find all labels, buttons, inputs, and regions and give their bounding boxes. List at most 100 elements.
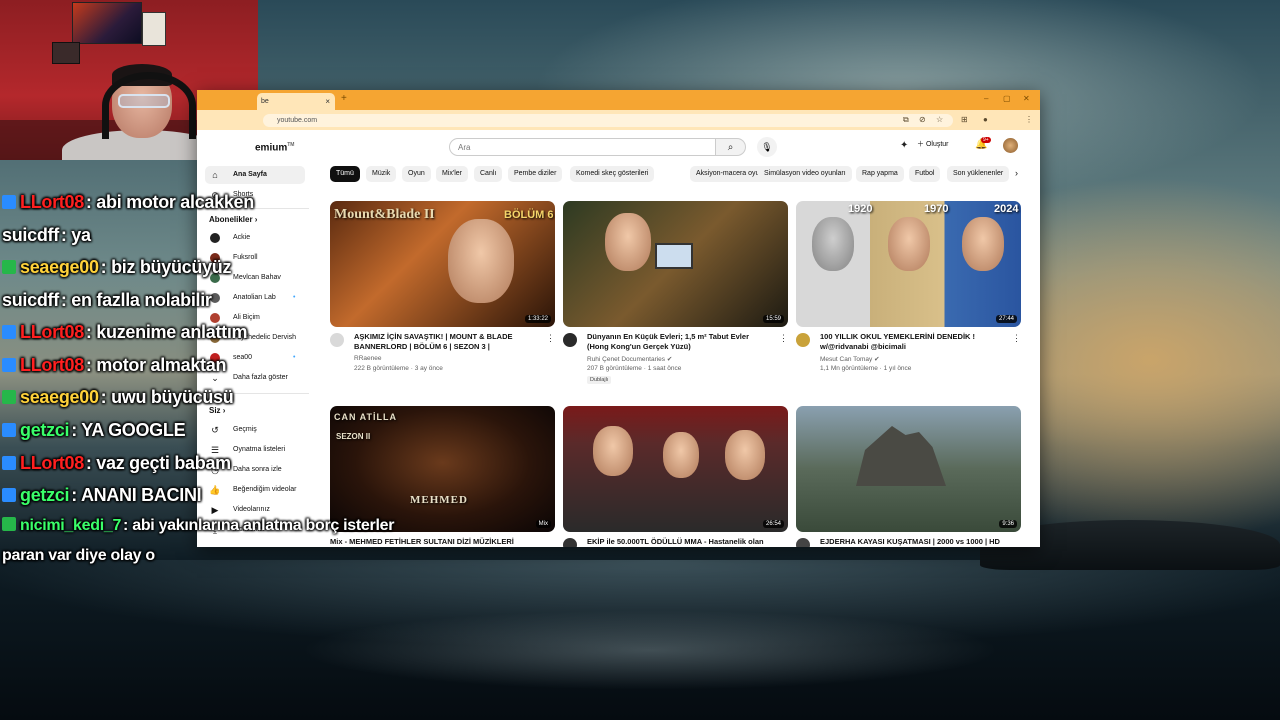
sub-badge-icon bbox=[2, 423, 16, 437]
search-icon[interactable]: ⌕ bbox=[716, 138, 746, 156]
thumbnail-face bbox=[593, 426, 633, 476]
chat-message: getzci: ANANI BACINI bbox=[2, 485, 202, 506]
sidebar-item-home[interactable]: ⌂ Ana Sayfa bbox=[205, 166, 305, 184]
sub-badge-icon bbox=[2, 456, 16, 470]
thumbnail-text: 1920 bbox=[848, 203, 873, 215]
castle-shape bbox=[856, 426, 946, 486]
tab-close-icon[interactable]: × bbox=[325, 93, 330, 110]
channel-avatar[interactable] bbox=[563, 333, 577, 347]
sub-badge-icon bbox=[2, 325, 16, 339]
chat-message: getzci: YA GOOGLE bbox=[2, 420, 186, 441]
wall-poster bbox=[142, 12, 166, 46]
video-thumbnail[interactable]: 1920 1970 2024 27:44 bbox=[796, 201, 1021, 327]
gemini-sparkle-icon[interactable]: ✦ bbox=[900, 140, 908, 151]
chip[interactable]: Canlı bbox=[474, 166, 503, 182]
bookmark-star-icon[interactable]: ☆ bbox=[936, 115, 943, 124]
mix-badge: Mix bbox=[535, 520, 551, 528]
tab-title: be bbox=[261, 98, 269, 105]
chip-all[interactable]: Tümü bbox=[330, 166, 360, 182]
wall-poster bbox=[52, 42, 80, 64]
video-title[interactable]: Dünyanın En Küçük Evleri; 1,5 m² Tabut E… bbox=[587, 332, 772, 352]
sub-badge-icon bbox=[2, 195, 16, 209]
chip[interactable]: Komedi skeç gösterileri bbox=[570, 166, 655, 182]
chip[interactable]: Pembe diziler bbox=[508, 166, 563, 182]
video-duration: 9:36 bbox=[999, 520, 1017, 528]
dubbed-badge: Dublajlı bbox=[587, 376, 612, 384]
chip[interactable]: Simülasyon video oyunları bbox=[758, 166, 852, 182]
youtube-logo[interactable]: emiumTM bbox=[255, 142, 294, 153]
sub-badge-icon bbox=[2, 488, 16, 502]
thumbnail-face bbox=[663, 432, 699, 478]
video-title[interactable]: EKİP ile 50.000TL ÖDÜLLÜ MMA - Hastaneli… bbox=[587, 537, 772, 547]
thumbnail-face bbox=[448, 219, 514, 303]
chat-message: LLort08: motor almaktan bbox=[2, 355, 226, 376]
chip[interactable]: Futbol bbox=[909, 166, 941, 182]
search-input[interactable]: Ara bbox=[449, 138, 716, 156]
thumbnail-text: BÖLÜM 6 bbox=[504, 209, 554, 221]
chevron-right-icon[interactable]: › bbox=[1015, 168, 1018, 178]
sub-badge-icon bbox=[2, 260, 16, 274]
browser-tab[interactable]: be × bbox=[257, 93, 335, 110]
thumbnail-text: 2024 bbox=[994, 203, 1019, 215]
chat-message: nicimi_kedi_7: abi yakınlarına anlatma b… bbox=[2, 517, 394, 535]
thumbnail-face bbox=[962, 217, 1004, 271]
thumbnail-face bbox=[812, 217, 854, 271]
chip[interactable]: Müzik bbox=[366, 166, 397, 182]
chat-message: LLort08: kuzenime anlattım bbox=[2, 322, 248, 343]
video-thumbnail[interactable]: 26:54 bbox=[563, 406, 788, 532]
video-thumbnail[interactable]: 9:36 bbox=[796, 406, 1021, 532]
more-vert-icon[interactable]: ⋮ bbox=[546, 333, 555, 344]
thumbnail-text: MEHMED bbox=[410, 494, 468, 506]
video-title[interactable]: EJDERHA KAYASI KUŞATMASI | 2000 vs 1000 … bbox=[820, 537, 1005, 547]
channel-avatar[interactable] bbox=[796, 333, 810, 347]
home-icon: ⌂ bbox=[212, 170, 218, 180]
chip[interactable]: Mix'ler bbox=[436, 166, 469, 182]
microphone-icon[interactable]: 🎙 bbox=[757, 137, 777, 157]
tv-screen bbox=[655, 243, 693, 269]
more-vert-icon[interactable]: ⋮ bbox=[1012, 333, 1021, 344]
screenshot-icon[interactable]: ⧉ bbox=[903, 115, 909, 125]
chip[interactable]: Rap yapma bbox=[856, 166, 904, 182]
close-window-button[interactable]: ✕ bbox=[1023, 94, 1030, 103]
wallpaper-wave bbox=[300, 610, 1000, 690]
video-duration: 15:59 bbox=[762, 315, 784, 323]
video-duration: 27:44 bbox=[995, 315, 1017, 323]
thumbnail-text: 1970 bbox=[924, 203, 949, 215]
chat-message: suicdff: ya bbox=[2, 225, 91, 245]
chat-message: LLort08: vaz geçti babam bbox=[2, 453, 231, 474]
eye-off-icon[interactable]: ⊘ bbox=[919, 115, 926, 124]
video-channel[interactable]: Mesut Can Tomay ✔ bbox=[820, 355, 880, 363]
chip[interactable]: Son yüklenenler bbox=[947, 166, 1010, 182]
new-tab-button[interactable]: + bbox=[341, 93, 347, 104]
browser-menu-icon[interactable]: ⋮ bbox=[1025, 115, 1033, 124]
sub-badge-icon bbox=[2, 517, 16, 531]
chip[interactable]: Oyun bbox=[402, 166, 431, 182]
more-vert-icon[interactable]: ⋮ bbox=[779, 333, 788, 344]
chat-message: paran var diye olay o bbox=[2, 547, 155, 564]
channel-avatar[interactable] bbox=[563, 538, 577, 547]
video-thumbnail[interactable]: 15:59 bbox=[563, 201, 788, 327]
minimize-button[interactable]: – bbox=[984, 94, 988, 103]
avatar[interactable] bbox=[1003, 138, 1018, 153]
video-meta: 207 B görüntüleme · 1 saat önce bbox=[587, 365, 682, 372]
maximize-button[interactable]: ▢ bbox=[1003, 94, 1011, 103]
wall-poster bbox=[72, 2, 142, 44]
filter-chips: Tümü Müzik Oyun Mix'ler Canlı Pembe dizi… bbox=[330, 166, 1030, 182]
video-meta: 1,1 Mn görüntüleme · 1 yıl önce bbox=[820, 365, 912, 372]
create-button[interactable]: ＋ Oluştur bbox=[917, 139, 949, 149]
profile-icon[interactable]: ● bbox=[983, 115, 988, 124]
headset-icon bbox=[102, 72, 196, 139]
video-channel[interactable]: Ruhi Çenet Documentaries ✔ bbox=[587, 355, 672, 363]
sub-badge-icon bbox=[2, 390, 16, 404]
channel-avatar[interactable] bbox=[796, 538, 810, 547]
extensions-icon[interactable]: ⊞ bbox=[961, 115, 968, 124]
chat-message: suicdff: en fazlla nolabilir bbox=[2, 290, 212, 310]
address-bar[interactable]: youtube.com bbox=[263, 114, 953, 127]
thumbnail-face bbox=[605, 213, 651, 271]
video-title[interactable]: AŞKIMIZ İÇİN SAVAŞTIK! | MOUNT & BLADE B… bbox=[354, 332, 539, 352]
thumbnail-face bbox=[888, 217, 930, 271]
chat-message: seaege00: uwu büyücüsü bbox=[2, 387, 234, 408]
chat-message: seaege00: biz büyücüyüz bbox=[2, 257, 231, 278]
video-title[interactable]: 100 YILLIK OKUL YEMEKLERİNİ DENEDİK ! w/… bbox=[820, 332, 1005, 352]
sub-badge-icon bbox=[2, 358, 16, 372]
